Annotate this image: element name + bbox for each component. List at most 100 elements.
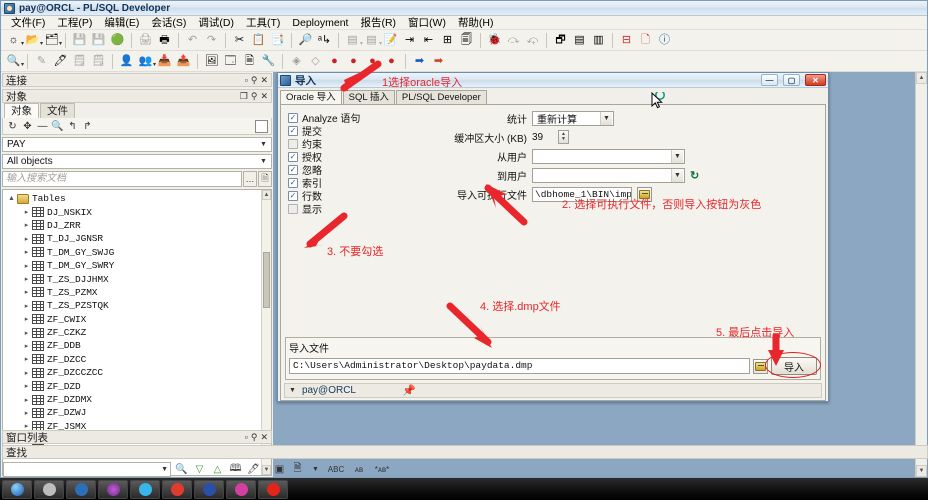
find-input[interactable]: ▼	[3, 462, 171, 477]
tree-item-table[interactable]: ▸ T_DM_GY_SWJG	[3, 246, 271, 259]
save-all-icon[interactable]: 💾	[90, 32, 107, 49]
checkbox-box[interactable]: ✓	[288, 177, 298, 188]
taskbar-start-button[interactable]	[2, 479, 32, 499]
print-preview-icon[interactable]: 🖶	[156, 32, 173, 49]
stepper-buttons[interactable]: ▲ ▼	[558, 130, 569, 144]
cut-icon[interactable]: ✂	[231, 32, 248, 49]
regex-icon[interactable]: *ᴀʙ*	[372, 462, 392, 477]
refresh-users-icon[interactable]: ↻	[690, 169, 699, 182]
checkbox-box[interactable]: ✓	[288, 125, 298, 136]
forward-icon[interactable]: ↱	[81, 120, 94, 133]
tree-item-table[interactable]: ▸ ZF_CWIX	[3, 313, 271, 326]
tab-files[interactable]: 文件	[40, 103, 75, 118]
checkbox-box[interactable]: ✓	[288, 112, 298, 123]
close-icon[interactable]: ✕	[260, 91, 268, 102]
tree-item-table[interactable]: ▸ ZF_DZDMX	[3, 393, 271, 406]
menu-item-debug[interactable]: 调试(D)	[192, 16, 240, 30]
expander-icon[interactable]: ▸	[21, 382, 32, 390]
taskbar-item-4[interactable]	[130, 479, 160, 499]
expander-icon[interactable]: ▸	[21, 315, 32, 323]
flag-icon[interactable]: ◇	[307, 53, 324, 70]
tree-item-table[interactable]: ▸ ZF_DZWJ	[3, 406, 271, 419]
cascade-icon[interactable]: 🗗	[552, 32, 569, 49]
find-icon[interactable]: 🔎	[297, 32, 314, 49]
eraser-icon[interactable]: 🖊	[246, 462, 261, 477]
tab-plsql-developer[interactable]: PL/SQL Developer	[395, 90, 487, 104]
info-icon[interactable]: ⓘ	[656, 32, 673, 49]
mdi-vertical-scrollbar[interactable]: ▲ ▼	[915, 72, 927, 477]
executable-input[interactable]: \dbhome_1\BIN\imp.exe	[532, 186, 632, 202]
redo-icon[interactable]: ↷	[203, 32, 220, 49]
report-icon[interactable]: 🖼	[203, 53, 220, 70]
expander-icon[interactable]: ▸	[21, 262, 32, 270]
align-icon[interactable]: ⊞	[439, 32, 456, 49]
tree-node-tables[interactable]: ▲ Tables	[3, 192, 271, 205]
import-icon[interactable]: 📥	[156, 53, 173, 70]
new-test-icon[interactable]: 🗒	[90, 53, 107, 70]
chevron-down-icon[interactable]: ▼	[258, 139, 269, 150]
chevron-down-icon[interactable]: ▼	[289, 387, 296, 394]
object-search-input[interactable]: 输入搜索文档	[2, 171, 242, 187]
tile-vertical-icon[interactable]: ▥	[590, 32, 607, 49]
restore-icon[interactable]: ❐	[240, 91, 248, 102]
binoculars-icon[interactable]: 🔍	[174, 462, 189, 477]
ellipsis-icon[interactable]: …	[243, 171, 257, 187]
paste-icon[interactable]: 📑	[269, 32, 286, 49]
open-icon[interactable]: 📂 ▾	[24, 32, 43, 49]
chevron-down-icon[interactable]: ▼	[671, 168, 683, 182]
open-recent-icon[interactable]: 🗂 ▾	[43, 32, 62, 49]
expander-icon[interactable]: ▸	[21, 275, 32, 283]
taskbar-item-5[interactable]	[162, 479, 192, 499]
chevron-down-icon[interactable]: ▼	[161, 466, 168, 473]
preview-icon[interactable]: 🗎	[241, 53, 258, 70]
execute-icon[interactable]: 📝	[382, 32, 399, 49]
tree-item-table[interactable]: ▸ ZF_DZCC	[3, 353, 271, 366]
taskbar-item-7[interactable]	[226, 479, 256, 499]
scrollbar-thumb[interactable]	[263, 252, 270, 308]
highlight-icon[interactable]: 🕮	[228, 462, 243, 477]
pin-icon[interactable]: ⚲	[251, 432, 258, 443]
comment-icon[interactable]: ▤ ▾	[344, 32, 363, 49]
filter-icon[interactable]: 🗎	[258, 171, 272, 187]
minimize-icon[interactable]: —	[761, 74, 778, 86]
browse-import-file-button[interactable]	[753, 358, 768, 374]
abc-icon[interactable]: ABC	[326, 462, 346, 477]
expander-icon[interactable]: ▸	[21, 396, 32, 404]
down-triangle-icon[interactable]: ▽	[192, 462, 207, 477]
pencil-icon[interactable]: ✎	[33, 53, 50, 70]
buffer-size-value[interactable]: 39	[532, 132, 558, 143]
taskbar-item-8[interactable]	[258, 479, 288, 499]
checkbox-box[interactable]	[288, 203, 298, 214]
taskbar-item-6[interactable]	[194, 479, 224, 499]
checkbox-box[interactable]: ✓	[288, 151, 298, 162]
tree-item-table[interactable]: ▸ ZF_CZKZ	[3, 326, 271, 339]
tree-item-table[interactable]: ▸ T_DM_GY_SWRY	[3, 259, 271, 272]
from-user-select[interactable]: ▼	[532, 148, 685, 164]
uncomment-icon[interactable]: ▤ ▾	[363, 32, 382, 49]
expander-icon[interactable]: ▸	[21, 329, 32, 337]
save-icon[interactable]: 💾	[71, 32, 88, 49]
chevron-down-icon[interactable]: ▼	[600, 111, 612, 125]
new-sql-icon[interactable]: 🗒	[71, 53, 88, 70]
tree-item-table[interactable]: ▸ T_ZS_PZMX	[3, 286, 271, 299]
expander-icon[interactable]: ▲	[6, 195, 17, 202]
menu-item-file[interactable]: 文件(F)	[5, 16, 51, 30]
expander-icon[interactable]: ▸	[21, 342, 32, 350]
tree-item-table[interactable]: ▸ T_DJ_JGNSR	[3, 232, 271, 245]
menu-item-tools[interactable]: 工具(T)	[240, 16, 286, 30]
tree-item-table[interactable]: ▸ ZF_DZD	[3, 379, 271, 392]
user-icon[interactable]: 👤	[118, 53, 135, 70]
stop-icon[interactable]: ⊟	[618, 32, 635, 49]
close-icon[interactable]: ✕	[805, 74, 826, 86]
move-icon[interactable]: ✥	[21, 120, 34, 133]
to-user-select[interactable]: ▼	[532, 167, 685, 183]
close-icon[interactable]: ✕	[260, 432, 268, 443]
session-icon[interactable]: 🟢	[109, 32, 126, 49]
statistics-select[interactable]: 重新计算 ▼	[532, 110, 614, 126]
close-icon[interactable]: ✕	[260, 75, 268, 86]
expander-icon[interactable]: ▸	[21, 288, 32, 296]
print-icon[interactable]: 🖨	[137, 32, 154, 49]
tree-item-table[interactable]: ▸ DJ_NSKIX	[3, 205, 271, 218]
binoculars-icon[interactable]: 🔍	[51, 120, 64, 133]
tree-item-table[interactable]: ▸ ZF_DDB	[3, 339, 271, 352]
